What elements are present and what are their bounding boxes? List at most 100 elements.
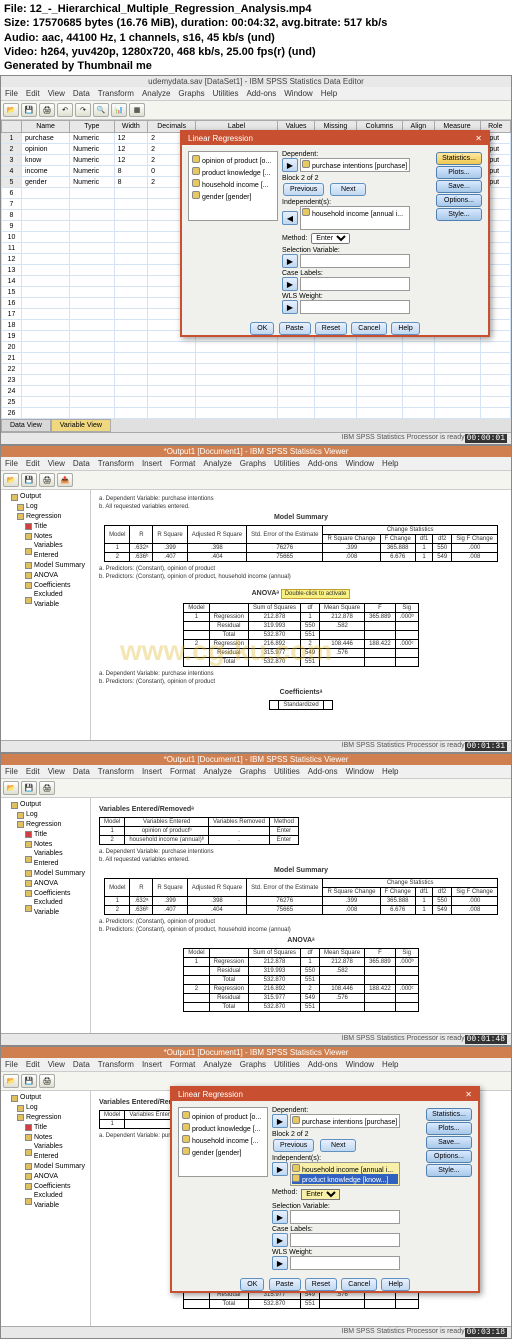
variable-list[interactable]: opinion of product [o... product knowled… (178, 1107, 268, 1177)
style-button[interactable]: Style... (426, 1164, 472, 1177)
menu-transform[interactable]: Transform (98, 459, 134, 468)
plots-button[interactable]: Plots... (436, 166, 482, 179)
print-icon[interactable]: 🖨 (39, 781, 55, 795)
menu-addons[interactable]: Add-ons (308, 767, 338, 776)
menu-data[interactable]: Data (73, 1060, 90, 1069)
menu-help[interactable]: Help (321, 89, 337, 98)
cancel-button[interactable]: Cancel (341, 1278, 377, 1291)
open-icon[interactable]: 📂 (3, 473, 19, 487)
close-icon[interactable]: ✕ (475, 134, 482, 143)
menu-addons[interactable]: Add-ons (246, 89, 276, 98)
dependent-field[interactable]: purchase intentions [purchase] (300, 158, 410, 172)
undo-icon[interactable]: ↶ (57, 103, 73, 117)
menu-utilities[interactable]: Utilities (274, 459, 300, 468)
move-dependent-btn[interactable]: ▶ (272, 1114, 288, 1128)
menu-analyze[interactable]: Analyze (203, 459, 231, 468)
paste-button[interactable]: Paste (269, 1278, 301, 1291)
export-icon[interactable]: 📤 (57, 473, 73, 487)
move-wls-btn[interactable]: ▶ (282, 300, 298, 314)
print-icon[interactable]: 🖨 (39, 473, 55, 487)
previous-button[interactable]: Previous (283, 183, 324, 196)
reset-button[interactable]: Reset (305, 1278, 337, 1291)
menu-data[interactable]: Data (73, 767, 90, 776)
menu-file[interactable]: File (5, 459, 18, 468)
menu-file[interactable]: File (5, 767, 18, 776)
independents-field[interactable]: household income [annual i...product kno… (290, 1162, 400, 1186)
menu-help[interactable]: Help (382, 459, 398, 468)
move-independent-btn[interactable]: ◀ (282, 211, 298, 225)
chart-icon[interactable]: 📊 (111, 103, 127, 117)
menu-edit[interactable]: Edit (26, 767, 40, 776)
menu-format[interactable]: Format (170, 767, 195, 776)
case-labels-field[interactable] (290, 1233, 400, 1247)
menu-edit[interactable]: Edit (26, 89, 40, 98)
statistics-button[interactable]: Statistics... (436, 152, 482, 165)
menu-data[interactable]: Data (73, 89, 90, 98)
menu-transform[interactable]: Transform (98, 767, 134, 776)
save-icon[interactable]: 💾 (21, 1074, 37, 1088)
tab-data-view[interactable]: Data View (1, 419, 51, 432)
output-tree[interactable]: Output Log Regression Title Notes Variab… (1, 798, 91, 1033)
menu-format[interactable]: Format (170, 1060, 195, 1069)
move-caselabel-btn[interactable]: ▶ (272, 1233, 288, 1247)
print-icon[interactable]: 🖨 (39, 103, 55, 117)
paste-button[interactable]: Paste (279, 322, 311, 335)
next-button[interactable]: Next (320, 1139, 356, 1152)
open-icon[interactable]: 📂 (3, 1074, 19, 1088)
menu-utilities[interactable]: Utilities (274, 767, 300, 776)
output-tree[interactable]: Output Log Regression Title Notes Variab… (1, 1091, 91, 1326)
save-button[interactable]: Save... (436, 180, 482, 193)
open-icon[interactable]: 📂 (3, 781, 19, 795)
menu-addons[interactable]: Add-ons (308, 1060, 338, 1069)
style-button[interactable]: Style... (436, 208, 482, 221)
cancel-button[interactable]: Cancel (351, 322, 387, 335)
menu-graphs[interactable]: Graphs (240, 1060, 266, 1069)
move-selvar-btn[interactable]: ▶ (282, 254, 298, 268)
menu-analyze[interactable]: Analyze (203, 1060, 231, 1069)
dependent-field[interactable]: purchase intentions [purchase] (290, 1114, 400, 1128)
menu-window[interactable]: Window (346, 1060, 374, 1069)
independents-field[interactable]: household income [annual i... (300, 206, 410, 230)
grid-icon[interactable]: ▦ (129, 103, 145, 117)
menu-analyze[interactable]: Analyze (203, 767, 231, 776)
case-labels-field[interactable] (300, 277, 410, 291)
statistics-button[interactable]: Statistics... (426, 1108, 472, 1121)
move-wls-btn[interactable]: ▶ (272, 1256, 288, 1270)
ok-button[interactable]: OK (250, 322, 274, 335)
menu-data[interactable]: Data (73, 459, 90, 468)
menu-view[interactable]: View (48, 1060, 65, 1069)
menu-view[interactable]: View (48, 767, 65, 776)
ok-button[interactable]: OK (240, 1278, 264, 1291)
selection-var-field[interactable] (300, 254, 410, 268)
move-selvar-btn[interactable]: ▶ (272, 1210, 288, 1224)
menu-insert[interactable]: Insert (142, 1060, 162, 1069)
move-dependent-btn[interactable]: ▶ (282, 158, 298, 172)
menu-window[interactable]: Window (346, 767, 374, 776)
menu-graphs[interactable]: Graphs (240, 459, 266, 468)
menu-window[interactable]: Window (346, 459, 374, 468)
save-icon[interactable]: 💾 (21, 781, 37, 795)
menu-edit[interactable]: Edit (26, 1060, 40, 1069)
menu-analyze[interactable]: Analyze (142, 89, 170, 98)
options-button[interactable]: Options... (436, 194, 482, 207)
wls-field[interactable] (300, 300, 410, 314)
menu-file[interactable]: File (5, 89, 18, 98)
variable-list[interactable]: opinion of product [o... product knowled… (188, 151, 278, 221)
menu-insert[interactable]: Insert (142, 459, 162, 468)
next-button[interactable]: Next (330, 183, 366, 196)
menu-edit[interactable]: Edit (26, 459, 40, 468)
menu-file[interactable]: File (5, 1060, 18, 1069)
move-independent-btn[interactable]: ▶ (272, 1162, 288, 1176)
open-icon[interactable]: 📂 (3, 103, 19, 117)
tab-variable-view[interactable]: Variable View (51, 419, 111, 432)
wls-field[interactable] (290, 1256, 400, 1270)
menu-help[interactable]: Help (382, 1060, 398, 1069)
menu-graphs[interactable]: Graphs (178, 89, 204, 98)
menu-utilities[interactable]: Utilities (213, 89, 239, 98)
options-button[interactable]: Options... (426, 1150, 472, 1163)
method-select[interactable]: Enter (301, 1189, 340, 1200)
output-tree[interactable]: Output Log Regression Title Notes Variab… (1, 490, 91, 740)
reset-button[interactable]: Reset (315, 322, 347, 335)
previous-button[interactable]: Previous (273, 1139, 314, 1152)
menu-transform[interactable]: Transform (98, 1060, 134, 1069)
